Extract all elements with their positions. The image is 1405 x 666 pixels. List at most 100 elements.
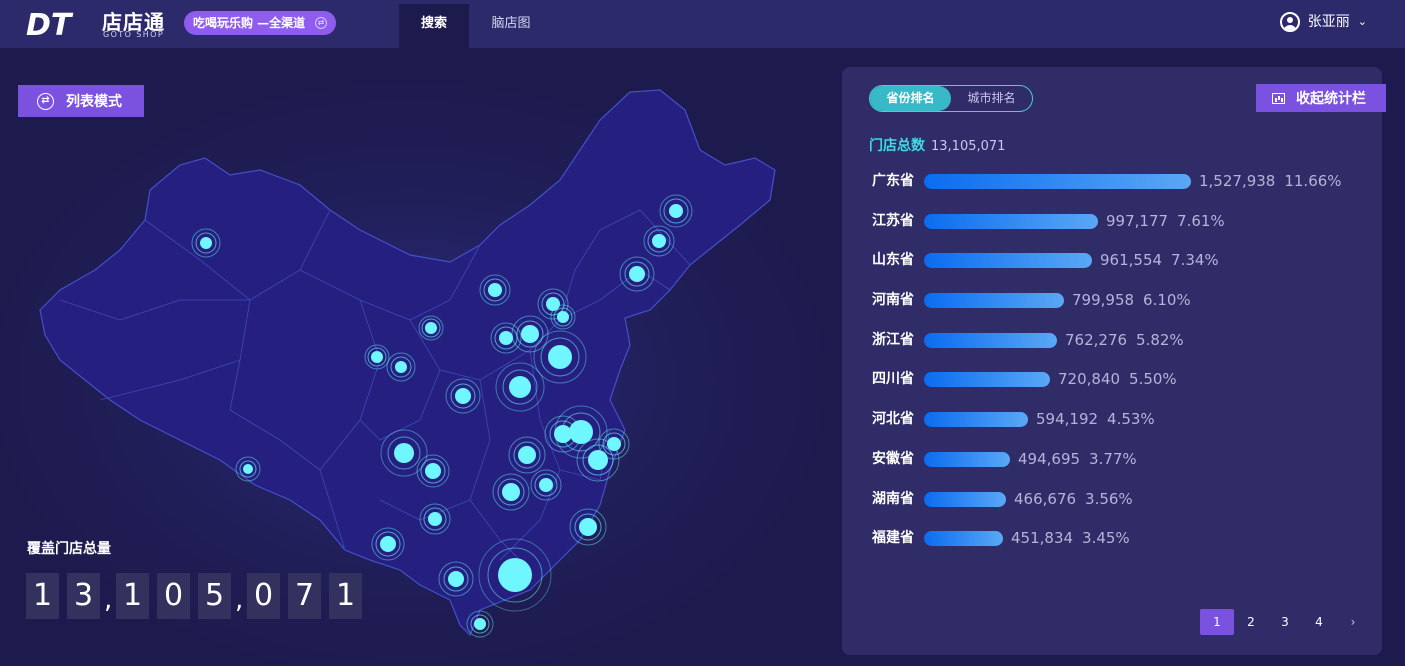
tab-store-map[interactable]: 脑店图 <box>476 4 546 48</box>
counter-digit: 0 <box>247 573 280 619</box>
store-count: 961,554 <box>1100 251 1163 270</box>
chevron-right-icon[interactable]: › <box>1336 609 1370 635</box>
store-percent: 7.34% <box>1171 251 1219 270</box>
ranking-row[interactable]: 浙江省 762,276 5.82% <box>872 330 1372 370</box>
counter-separator: , <box>235 585 244 615</box>
ranking-bar <box>924 372 1050 388</box>
ranking-row[interactable]: 福建省 451,834 3.45% <box>872 528 1372 568</box>
store-count: 720,840 <box>1058 370 1121 389</box>
counter-separator: , <box>104 585 113 615</box>
store-total-label: 门店总数 <box>869 138 925 154</box>
collapse-stats-button[interactable]: 收起统计栏 <box>1256 84 1386 112</box>
ranking-toggle: 省份排名 城市排名 <box>869 85 1033 112</box>
ranking-row[interactable]: 河南省 799,958 6.10% <box>872 290 1372 330</box>
store-count: 1,527,938 <box>1199 172 1276 190</box>
ranking-row[interactable]: 江苏省 997,177 7.61% <box>872 211 1372 251</box>
store-count: 451,834 <box>1011 529 1074 548</box>
ranking-bar <box>924 412 1028 428</box>
ranking-value: 799,958 6.10% <box>1072 290 1191 310</box>
ranking-row[interactable]: 四川省 720,840 5.50% <box>872 369 1372 409</box>
bar-chart-icon <box>1272 92 1285 104</box>
ranking-row[interactable]: 山东省 961,554 7.34% <box>872 250 1372 290</box>
province-name: 河北省 <box>872 411 914 428</box>
store-count: 799,958 <box>1072 291 1135 310</box>
counter-digit: 7 <box>288 573 321 619</box>
ranking-bar <box>924 253 1092 269</box>
ranking-row[interactable]: 安徽省 494,695 3.77% <box>872 449 1372 489</box>
store-percent: 5.50% <box>1129 370 1177 389</box>
page-button[interactable]: 1 <box>1200 609 1234 635</box>
ranking-value: 451,834 3.45% <box>1011 528 1130 548</box>
tab-province-ranking[interactable]: 省份排名 <box>870 86 951 111</box>
ranking-bar <box>924 213 1098 229</box>
tab-city-ranking[interactable]: 城市排名 <box>951 86 1032 111</box>
store-count: 997,177 <box>1106 211 1169 230</box>
store-total-value: 13,105,071 <box>931 139 1006 154</box>
logo-subtitle: GOTO SHOP <box>103 30 165 39</box>
collapse-stats-label: 收起统计栏 <box>1296 91 1366 107</box>
store-percent: 6.10% <box>1143 291 1191 310</box>
province-name: 广东省 <box>872 173 914 189</box>
store-percent: 11.66% <box>1284 172 1342 190</box>
province-name: 安徽省 <box>872 450 914 467</box>
page-button[interactable]: 2 <box>1234 609 1268 635</box>
ranking-value: 466,676 3.56% <box>1014 489 1133 509</box>
province-name: 浙江省 <box>872 331 914 348</box>
counter-digit: 3 <box>67 573 100 619</box>
ranking-bar <box>924 174 1191 189</box>
pagination: 1 2 3 4 › <box>1200 609 1370 635</box>
counter-digit: 0 <box>157 573 190 619</box>
store-percent: 5.82% <box>1136 330 1184 349</box>
counter-digit: 1 <box>26 573 59 619</box>
ranking-value: 1,527,938 11.66% <box>1199 171 1342 191</box>
store-count: 466,676 <box>1014 489 1077 508</box>
ranking-row[interactable]: 广东省 1,527,938 11.66% <box>872 171 1372 211</box>
stats-panel: 省份排名 城市排名 收起统计栏 门店总数 13,105,071 广东省 1,527… <box>842 67 1386 655</box>
ranking-value: 961,554 7.34% <box>1100 250 1219 270</box>
ranking-value: 494,695 3.77% <box>1018 449 1137 469</box>
store-percent: 3.77% <box>1089 449 1137 468</box>
chevron-down-icon: ⌄ <box>1357 15 1367 28</box>
store-percent: 4.53% <box>1107 410 1155 429</box>
store-percent: 3.45% <box>1082 529 1130 548</box>
channel-badge[interactable]: 吃喝玩乐购 —全渠道 ⇄ <box>184 11 336 35</box>
logo-mark-text: DT <box>26 8 74 40</box>
ranking-bar <box>924 332 1057 348</box>
swap-icon: ⇄ <box>315 17 327 29</box>
tab-search[interactable]: 搜索 <box>399 4 469 48</box>
store-percent: 7.61% <box>1177 211 1225 230</box>
page-button[interactable]: 3 <box>1268 609 1302 635</box>
store-total: 门店总数 13,105,071 <box>869 135 1005 155</box>
top-bar: DT 店店通 GOTO SHOP 吃喝玩乐购 —全渠道 ⇄ 搜索 脑店图 张亚丽… <box>0 0 1405 48</box>
counter-digit: 1 <box>116 573 149 619</box>
ranking-value: 762,276 5.82% <box>1065 330 1184 350</box>
ranking-row[interactable]: 河北省 594,192 4.53% <box>872 409 1372 449</box>
ranking-bar <box>924 451 1010 467</box>
logo-icon: DT <box>26 8 74 40</box>
user-menu[interactable]: 张亚丽 ⌄ <box>1279 10 1367 34</box>
map-area[interactable]: ⇄ 列表模式 覆盖门店总量 1 3 , 1 0 5 , 0 7 1 <box>0 48 840 666</box>
province-name: 四川省 <box>872 371 914 388</box>
ranking-bar <box>924 293 1064 309</box>
list-mode-label: 列表模式 <box>66 94 122 110</box>
province-name: 山东省 <box>872 252 914 269</box>
counter-digit: 5 <box>198 573 231 619</box>
ranking-value: 997,177 7.61% <box>1106 211 1225 231</box>
province-name: 江苏省 <box>872 212 914 229</box>
province-name: 河南省 <box>872 292 914 309</box>
province-ranking-list: 广东省 1,527,938 11.66% 江苏省 997,177 7.61% 山东省 961,… <box>872 171 1372 568</box>
user-name: 张亚丽 <box>1307 14 1350 30</box>
ranking-value: 720,840 5.50% <box>1058 369 1177 389</box>
province-name: 湖南省 <box>872 490 914 507</box>
channel-badge-label: 吃喝玩乐购 —全渠道 <box>193 16 306 30</box>
page-button[interactable]: 4 <box>1302 609 1336 635</box>
store-counter: 1 3 , 1 0 5 , 0 7 1 <box>26 573 370 619</box>
swap-icon: ⇄ <box>37 92 54 110</box>
counter-digit: 1 <box>329 573 362 619</box>
ranking-row[interactable]: 湖南省 466,676 3.56% <box>872 489 1372 529</box>
list-mode-button[interactable]: ⇄ 列表模式 <box>18 85 144 117</box>
ranking-bar <box>924 531 1003 547</box>
store-percent: 3.56% <box>1085 489 1133 508</box>
ranking-bar <box>924 491 1006 507</box>
coverage-label: 覆盖门店总量 <box>27 541 111 557</box>
